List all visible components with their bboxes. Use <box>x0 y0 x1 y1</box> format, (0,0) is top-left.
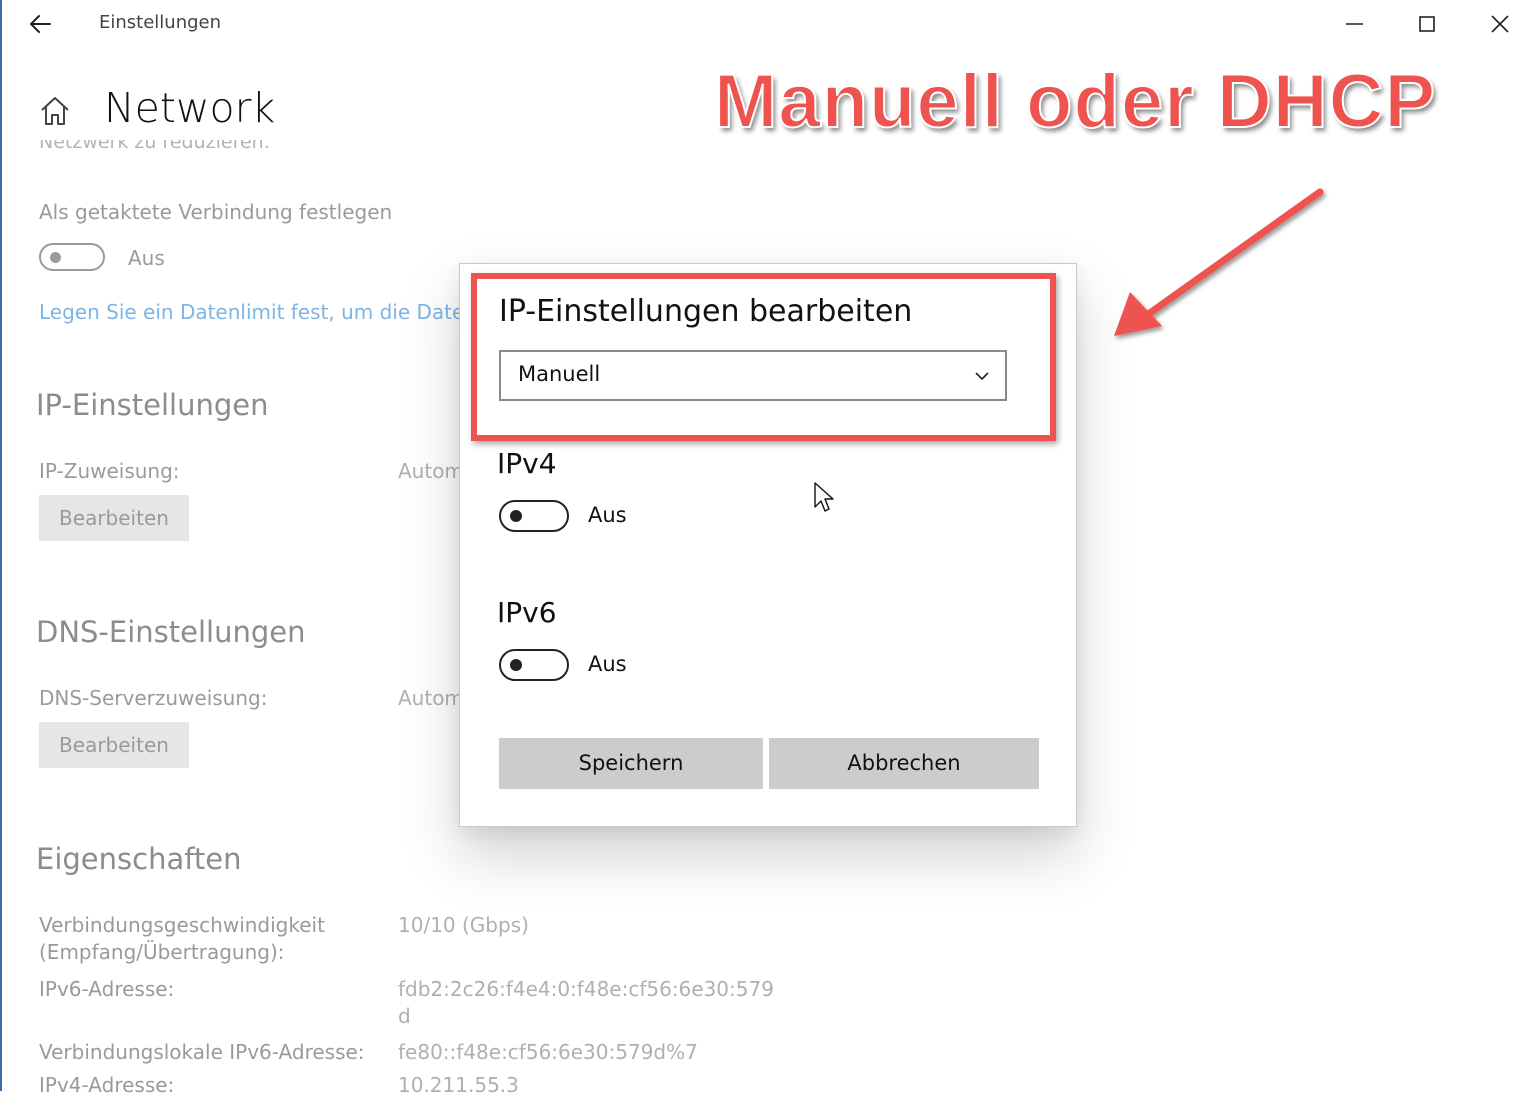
annotation-highlight-box <box>471 273 1056 441</box>
cancel-button[interactable]: Abbrechen <box>769 738 1039 789</box>
metered-toggle-state: Aus <box>128 246 165 270</box>
ip-assignment-label: IP-Zuweisung: <box>39 459 180 483</box>
cut-off-text: Netzwerk zu reduzieren. <box>39 140 270 153</box>
ipv4-toggle[interactable] <box>499 500 569 532</box>
property-label: (Empfang/Übertragung): <box>39 940 285 964</box>
dns-settings-heading: DNS-Einstellungen <box>36 615 306 649</box>
page-title: Network <box>104 84 276 132</box>
ip-edit-button[interactable]: Bearbeiten <box>39 495 189 541</box>
ip-settings-heading: IP-Einstellungen <box>36 388 269 422</box>
ipv6-label: IPv6 <box>497 596 557 629</box>
ipv6-toggle[interactable] <box>499 649 569 681</box>
home-icon[interactable] <box>38 94 72 128</box>
dns-edit-button[interactable]: Bearbeiten <box>39 722 189 768</box>
mouse-pointer-icon <box>814 482 834 512</box>
property-value: 10/10 (Gbps) <box>398 913 529 937</box>
ipv4-toggle-state: Aus <box>588 503 627 527</box>
data-limit-link[interactable]: Legen Sie ein Datenlimit fest, um die Da… <box>39 300 477 324</box>
dns-assignment-value: Autom <box>398 686 460 710</box>
property-value: fdb2:2c26:f4e4:0:f48e:cf56:6e30:579 <box>398 977 774 1001</box>
property-label: Verbindungslokale IPv6-Adresse: <box>39 1040 365 1064</box>
property-value: 10.211.55.3 <box>398 1073 519 1097</box>
annotation-arrow-icon <box>1114 188 1324 336</box>
property-label: IPv6-Adresse: <box>39 977 175 1001</box>
ipv6-toggle-state: Aus <box>588 652 627 676</box>
save-button[interactable]: Speichern <box>499 738 763 789</box>
metered-toggle[interactable] <box>39 243 105 271</box>
dns-assignment-label: DNS-Serverzuweisung: <box>39 686 268 710</box>
properties-heading: Eigenschaften <box>36 842 242 876</box>
property-label: IPv4-Adresse: <box>39 1073 175 1097</box>
metered-label: Als getaktete Verbindung festlegen <box>39 200 393 224</box>
annotation-text: Manuell oder DHCP <box>713 58 1437 145</box>
property-label: Verbindungsgeschwindigkeit <box>39 913 325 937</box>
ip-assignment-value: Autom <box>398 459 460 483</box>
property-value-cont: d <box>398 1004 411 1028</box>
property-value: fe80::f48e:cf56:6e30:579d%7 <box>398 1040 698 1064</box>
ipv4-label: IPv4 <box>497 447 557 480</box>
